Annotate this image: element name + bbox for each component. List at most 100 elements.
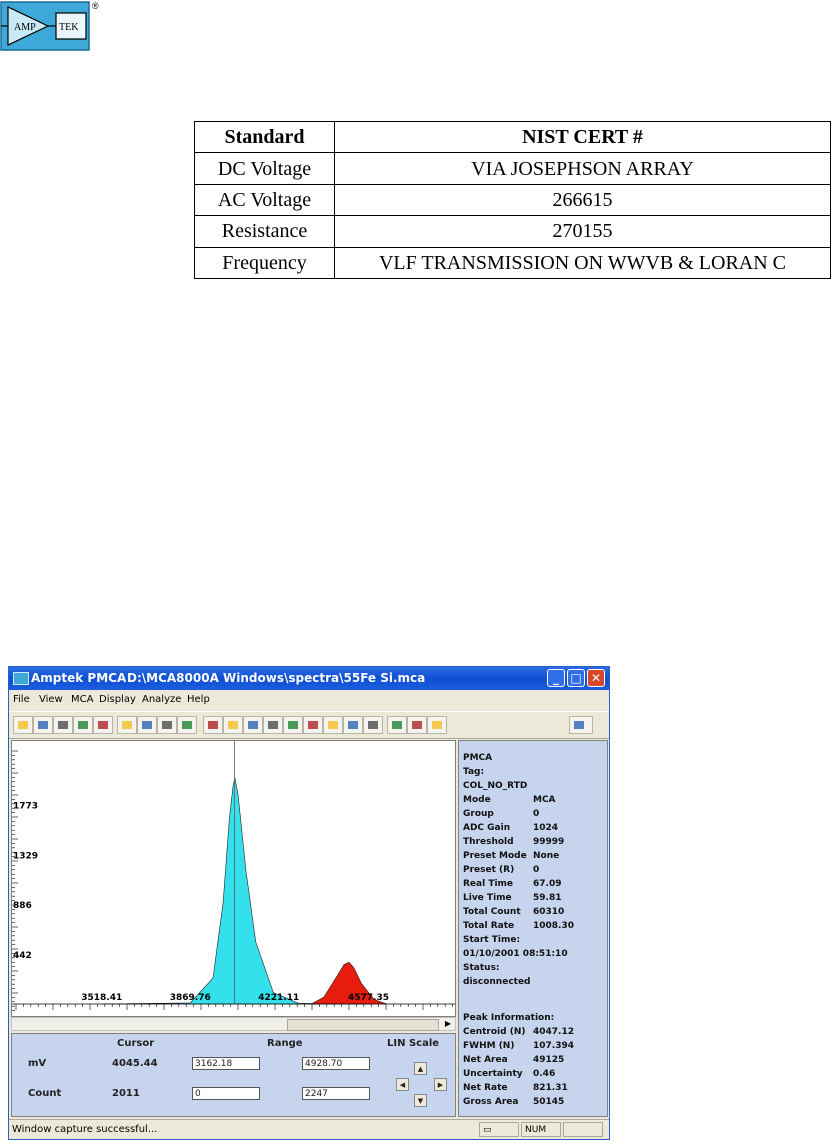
spectrum-plot[interactable]: 1773 1329 886 442 3518.41 3869.76 4221.11 4577.… — [11, 740, 456, 1017]
logo-tek-text: TEK — [59, 22, 79, 33]
y-tick-label: 442 — [13, 951, 32, 961]
horizontal-scrollbar[interactable]: ▶ — [11, 1017, 456, 1031]
header-standard: Standard — [194, 120, 335, 154]
info-label: Mode — [463, 795, 491, 805]
main-peak-area — [101, 777, 369, 1005]
info-value: 67.09 — [533, 879, 562, 889]
cursor-header: Cursor — [117, 1038, 155, 1049]
title-bar[interactable]: Amptek PMCA D:\MCA8000A Windows\spectra\… — [9, 667, 609, 690]
print-icon[interactable] — [53, 716, 73, 734]
scale-up-icon[interactable]: ▲ — [414, 1062, 427, 1075]
fp-icon[interactable] — [569, 716, 593, 734]
minimize-button[interactable]: _ — [547, 669, 565, 687]
calibrate-icon[interactable] — [137, 716, 157, 734]
peak-value: 107.394 — [533, 1041, 574, 1051]
x-tick-label: 3869.76 — [170, 993, 211, 1003]
info-label: Group — [463, 809, 494, 819]
y-tick-label: 1329 — [13, 851, 38, 861]
cert-cell: 270155 — [334, 215, 831, 248]
status-bar: Window capture successful... ▭ NUM — [9, 1119, 609, 1140]
point-plot-icon[interactable] — [363, 716, 383, 734]
peak-value: 4047.12 — [533, 1027, 574, 1037]
menu-mca[interactable]: MCA — [71, 694, 93, 705]
window-file-path: D:\MCA8000A Windows\spectra\55Fe Si.mca — [127, 671, 426, 685]
expand-horizontal-icon[interactable] — [243, 716, 263, 734]
menu-view[interactable]: View — [39, 694, 63, 705]
range-count-high-field[interactable]: 2247 — [302, 1087, 370, 1100]
mv-label: mV — [28, 1058, 47, 1069]
peak-label: Net Area — [463, 1055, 508, 1065]
peak-label: Gross Area — [463, 1097, 519, 1107]
peak-search-icon[interactable] — [407, 716, 427, 734]
menu-file[interactable]: File — [13, 694, 30, 705]
status-blank — [563, 1122, 603, 1137]
y-tick-label: 1773 — [13, 801, 38, 811]
info-panel: PMCA Tag: COL_NO_RTD Mode MCA Group 0 ADC Ga… — [458, 740, 608, 1117]
table-row: DC Voltage VIA JOSEPHSON ARRAY — [194, 152, 831, 185]
scale-right-icon[interactable]: ▶ — [434, 1078, 447, 1091]
nist-standards-table: Standard NIST CERT # DC Voltage VIA JOSE… — [194, 120, 831, 280]
status-value: disconnected — [463, 977, 531, 987]
acquire-icon[interactable] — [157, 716, 177, 734]
standard-cell: AC Voltage — [194, 183, 335, 217]
standard-cell: DC Voltage — [194, 152, 335, 185]
energy-icon[interactable] — [427, 716, 447, 734]
cert-cell: VIA JOSEPHSON ARRAY — [334, 152, 831, 185]
range-mv-low-field[interactable]: 3162.18 — [192, 1057, 260, 1070]
info-value: 60310 — [533, 907, 565, 917]
info-value: 59.81 — [533, 893, 562, 903]
status-icon-box: ▭ — [479, 1122, 519, 1137]
color-icon[interactable] — [203, 716, 223, 734]
scale-left-icon[interactable]: ◀ — [396, 1078, 409, 1091]
info-label: Total Rate — [463, 921, 515, 931]
auto-scale-icon[interactable] — [343, 716, 363, 734]
cert-cell: 266615 — [334, 183, 831, 217]
tag-label: Tag: — [463, 767, 485, 777]
info-value: 1008.30 — [533, 921, 574, 931]
menu-display[interactable]: Display — [99, 694, 136, 705]
info-value: None — [533, 851, 560, 861]
zoom-box-icon[interactable] — [283, 716, 303, 734]
maximize-button[interactable]: □ — [567, 669, 585, 687]
toolbar — [9, 711, 609, 739]
expand-vertical-icon[interactable] — [263, 716, 283, 734]
peak-value: 0.46 — [533, 1069, 556, 1079]
count-label: Count — [28, 1088, 62, 1099]
copy-icon[interactable] — [73, 716, 93, 734]
table-row: Frequency VLF TRANSMISSION ON WWVB & LOR… — [194, 246, 831, 280]
properties-icon[interactable] — [93, 716, 113, 734]
full-view-icon[interactable] — [223, 716, 243, 734]
range-count-low-field[interactable]: 0 — [192, 1087, 260, 1100]
peak-label: Uncertainty — [463, 1069, 523, 1079]
open-icon[interactable] — [13, 716, 33, 734]
settings-icon[interactable] — [177, 716, 197, 734]
info-label: Real Time — [463, 879, 514, 889]
info-title: PMCA — [463, 753, 493, 763]
info-label: Threshold — [463, 837, 514, 847]
standard-cell: Frequency — [194, 246, 335, 280]
log-plot-icon[interactable] — [387, 716, 407, 734]
start-time-value: 01/10/2001 08:51:10 — [463, 949, 568, 959]
info-label: Total Count — [463, 907, 521, 917]
scale-header: LIN Scale — [387, 1038, 440, 1049]
cert-cell: VLF TRANSMISSION ON WWVB & LORAN C — [334, 246, 831, 280]
roi-icon[interactable] — [117, 716, 137, 734]
bar-plot-icon[interactable] — [303, 716, 323, 734]
info-label: Preset (R) — [463, 865, 515, 875]
table-header-row: Standard NIST CERT # — [194, 120, 831, 154]
line-plot-icon[interactable] — [323, 716, 343, 734]
menu-help[interactable]: Help — [187, 694, 210, 705]
x-tick-label: 3518.41 — [81, 993, 122, 1003]
monitor-icon: ▭ — [483, 1125, 492, 1135]
range-mv-high-field[interactable]: 4928.70 — [302, 1057, 370, 1070]
app-icon — [13, 672, 29, 685]
scroll-right-icon[interactable]: ▶ — [442, 1018, 454, 1030]
save-icon[interactable] — [33, 716, 53, 734]
scrollbar-thumb[interactable] — [287, 1019, 439, 1031]
scale-down-icon[interactable]: ▼ — [414, 1094, 427, 1107]
close-button[interactable]: ✕ — [587, 669, 605, 687]
x-tick-label: 4577.35 — [348, 993, 389, 1003]
window-app-name: Amptek PMCA — [31, 671, 127, 685]
header-nist-cert: NIST CERT # — [334, 120, 831, 154]
menu-analyze[interactable]: Analyze — [142, 694, 181, 705]
